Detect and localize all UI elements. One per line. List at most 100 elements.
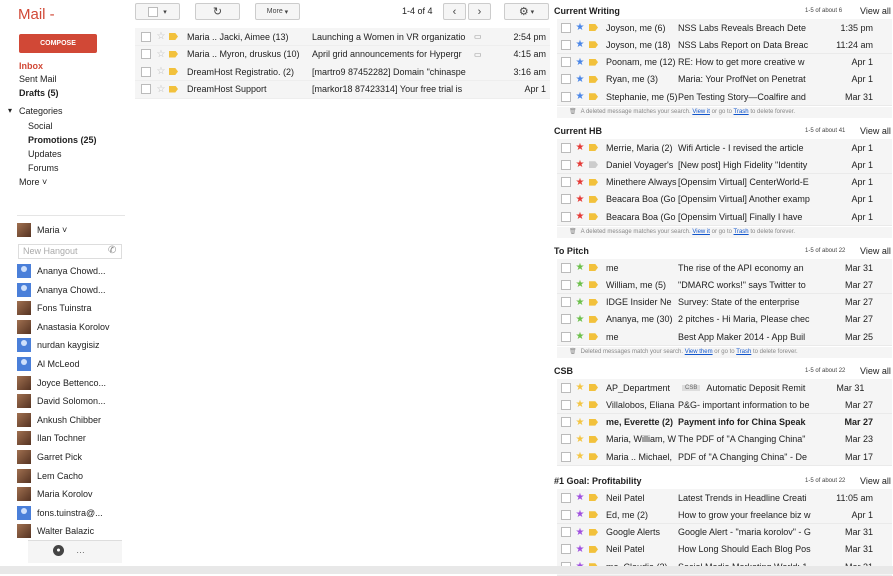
importance-marker-icon[interactable] (169, 85, 178, 93)
pane-row[interactable]: ★ Ananya, me (30) 2 pitches - Hi Maria, Pl… (557, 310, 892, 329)
view-all-link[interactable]: View all (860, 476, 891, 486)
star-icon[interactable]: ★ (574, 314, 586, 325)
row-checkbox[interactable] (561, 544, 571, 555)
hangout-contact[interactable]: Ananya Chowd... (17, 262, 125, 280)
pane-row[interactable]: ★ Stephanie, me (5) Pen Testing Story—Coal… (557, 88, 892, 107)
row-checkbox[interactable] (561, 211, 571, 222)
pane-title[interactable]: #1 Goal: Profitability (554, 476, 642, 486)
pane-row[interactable]: ★ Ryan, me (3) Maria: Your ProfNet on Pene… (557, 70, 892, 89)
importance-marker-icon[interactable] (589, 264, 598, 271)
importance-marker-icon[interactable] (589, 384, 598, 391)
hangout-contact[interactable]: Ankush Chibber (17, 411, 125, 429)
view-link[interactable]: View it (692, 109, 710, 115)
importance-marker-icon[interactable] (169, 33, 178, 40)
more-button[interactable]: More ▾ (255, 3, 300, 20)
star-icon[interactable]: ★ (574, 142, 586, 153)
hangout-contact[interactable]: fons.tuinstra@... (17, 504, 125, 522)
pane-row[interactable]: ★ Joyson, me (6) NSS Labs Reveals Breach D… (557, 19, 892, 37)
collapse-arrow-icon[interactable]: ▾ (8, 106, 12, 115)
row-checkbox[interactable] (561, 527, 571, 538)
pane-row[interactable]: ★ Google Alerts Google Alert - "maria koro… (557, 523, 892, 542)
pane-row[interactable]: ★ Ed, me (2) How to grow your freelance bi… (557, 506, 892, 525)
hangouts-me[interactable]: Maria ˅ (17, 221, 125, 239)
star-icon[interactable]: ☆ (155, 66, 167, 77)
table-row[interactable]: ☆ Maria .. Myron, druskus (10) April grid … (135, 45, 550, 64)
view-link[interactable]: View it (692, 229, 710, 235)
importance-marker-icon[interactable] (589, 213, 598, 221)
star-icon[interactable]: ★ (574, 194, 586, 205)
importance-marker-icon[interactable] (589, 435, 598, 443)
hangout-contact[interactable]: David Solomon... (17, 392, 125, 410)
pane-row[interactable]: ★ Minethere Always [Opensim Virtual] Cente… (557, 173, 892, 192)
row-checkbox[interactable] (561, 74, 571, 85)
hangout-contact[interactable]: Walter Balazic (17, 522, 125, 540)
star-icon[interactable]: ★ (574, 39, 586, 50)
star-icon[interactable]: ★ (574, 57, 586, 68)
view-all-link[interactable]: View all (860, 366, 891, 376)
importance-marker-icon[interactable] (589, 545, 598, 553)
pane-row[interactable]: ★ Beacara Boa (Go [Opensim Virtual] Finall… (557, 208, 892, 227)
nav-updates[interactable]: Updates (28, 149, 62, 159)
star-icon[interactable]: ★ (574, 177, 586, 188)
table-row[interactable]: ☆ DreamHost Registratio. (2) [martro9 8745… (135, 63, 550, 81)
star-icon[interactable]: ☆ (155, 49, 167, 60)
pane-row[interactable]: ★ Neil Patel Latest Trends in Headline Cre… (557, 489, 892, 507)
star-icon[interactable]: ★ (574, 544, 586, 555)
nav-inbox[interactable]: Inbox (19, 61, 43, 71)
row-checkbox[interactable] (561, 314, 571, 325)
row-checkbox[interactable] (561, 451, 571, 462)
row-checkbox[interactable] (561, 279, 571, 290)
next-page-button[interactable]: › (468, 3, 491, 20)
pane-title[interactable]: Current Writing (554, 6, 620, 16)
star-icon[interactable]: ★ (574, 434, 586, 445)
row-checkbox[interactable] (561, 434, 571, 445)
importance-marker-icon[interactable] (589, 298, 598, 306)
pane-row[interactable]: ★ me, Everette (2) Payment info for China … (557, 413, 892, 432)
star-icon[interactable]: ★ (574, 382, 586, 393)
importance-marker-icon[interactable] (589, 494, 598, 501)
importance-marker-icon[interactable] (589, 41, 598, 49)
star-icon[interactable]: ★ (574, 297, 586, 308)
pane-title[interactable]: To Pitch (554, 246, 589, 256)
importance-marker-icon[interactable] (589, 401, 598, 409)
star-icon[interactable]: ☆ (155, 84, 167, 95)
star-icon[interactable]: ★ (574, 399, 586, 410)
importance-marker-icon[interactable] (589, 75, 598, 83)
pane-row[interactable]: ★ me The rise of the API economy an Mar 31 (557, 259, 892, 277)
table-row[interactable]: ☆ DreamHost Support [markor18 87423314] Yo… (135, 80, 550, 99)
pane-row[interactable]: ★ AP_Department CSB Automatic Deposit Remit… (557, 379, 892, 397)
importance-marker-icon[interactable] (589, 333, 598, 341)
nav-more[interactable]: More ˅ (19, 177, 47, 187)
star-icon[interactable]: ★ (574, 527, 586, 538)
new-hangout-input[interactable]: New Hangout (18, 244, 122, 259)
importance-marker-icon[interactable] (589, 144, 598, 151)
nav-social[interactable]: Social (28, 121, 53, 131)
hangout-contact[interactable]: Joyce Bettenco... (17, 374, 125, 392)
importance-marker-icon[interactable] (589, 93, 598, 101)
star-icon[interactable]: ★ (574, 211, 586, 222)
nav-categories[interactable]: Categories (19, 106, 63, 116)
pane-row[interactable]: ★ IDGE Insider Ne Survey: State of the ent… (557, 293, 892, 312)
star-icon[interactable]: ★ (574, 262, 586, 273)
pane-row[interactable]: ★ Villalobos, Eliana P&G- important inform… (557, 396, 892, 415)
nav-promotions[interactable]: Promotions (25) (28, 135, 97, 145)
more-options-icon[interactable]: … (76, 545, 85, 555)
chat-bubble-icon[interactable]: ● (53, 545, 64, 556)
importance-marker-icon[interactable] (589, 195, 598, 203)
star-icon[interactable]: ★ (574, 279, 586, 290)
row-checkbox[interactable] (561, 262, 571, 273)
row-checkbox[interactable] (561, 509, 571, 520)
hangout-contact[interactable]: nurdan kaygisiz (17, 336, 125, 354)
nav-sent[interactable]: Sent Mail (19, 74, 57, 84)
pane-row[interactable]: ★ Daniel Voyager's [New post] High Fidelit… (557, 156, 892, 175)
importance-marker-icon[interactable] (169, 50, 178, 58)
importance-marker-icon[interactable] (589, 418, 598, 426)
pane-row[interactable]: ★ Maria .. Michael, PDF of "A Changing Chi… (557, 448, 892, 467)
star-icon[interactable]: ★ (574, 509, 586, 520)
star-icon[interactable]: ★ (574, 451, 586, 462)
hangout-contact[interactable]: Maria Korolov (17, 485, 125, 503)
view-all-link[interactable]: View all (860, 246, 891, 256)
pane-title[interactable]: CSB (554, 366, 573, 376)
row-checkbox[interactable] (561, 177, 571, 188)
row-checkbox[interactable] (141, 49, 151, 59)
